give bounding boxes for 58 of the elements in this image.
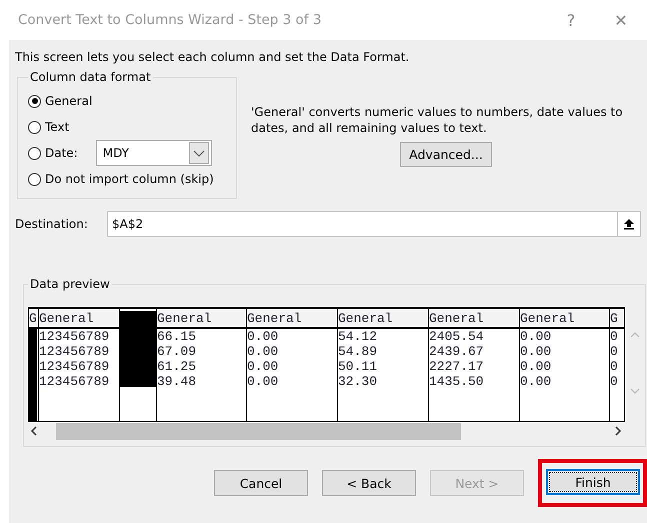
radio-option[interactable]: Text	[28, 120, 70, 134]
table-cell-text: 67.09	[157, 344, 198, 359]
wizard-button[interactable]: < Back	[322, 470, 416, 496]
table-cell-text: 2227.17	[429, 359, 485, 374]
radio-option[interactable]: Date:	[28, 146, 78, 160]
table-cell-text: 0	[610, 359, 619, 374]
table-cell-text: 66.15	[157, 329, 198, 344]
table-cell-text: 0.00	[520, 359, 552, 374]
radio-option[interactable]: Do not import column (skip)	[28, 172, 214, 186]
table-cell-text: 123456789	[39, 329, 110, 344]
table-cell-text: 54.12	[338, 329, 378, 344]
table-cell-text: 0.00	[247, 344, 280, 359]
column-header[interactable]: General	[247, 309, 337, 329]
collapse-dialog-button[interactable]	[617, 211, 641, 237]
date-format-dropdown[interactable]: MDY	[96, 140, 212, 166]
table-cell-text: 0.00	[520, 374, 552, 389]
group-title: Data preview	[29, 277, 111, 291]
horizontal-scrollbar[interactable]	[28, 422, 624, 440]
advanced-button[interactable]: Advanced...	[400, 142, 492, 168]
table-cell-text: 54.89	[338, 344, 378, 359]
radio-option[interactable]: General	[28, 94, 92, 108]
description-text: 'General' converts numeric values to numbers, date values to dates, and all remaining values to text.	[251, 105, 624, 136]
table-cell-text: 123456789	[39, 344, 110, 359]
table-cell-text: 0	[610, 374, 619, 389]
table-cell-text: 0.00	[520, 329, 552, 344]
table-cell-text: 61.25	[157, 359, 198, 374]
column-header[interactable]: General	[39, 309, 119, 329]
table-cell-text: 0.00	[247, 359, 280, 374]
table-cell-text: 50.11	[338, 359, 378, 374]
table-cell-text: 123456789	[39, 374, 110, 389]
table-cell-text: 0	[610, 344, 619, 359]
column-header[interactable]: General	[429, 309, 519, 329]
column-header[interactable]: General	[338, 309, 428, 329]
column-header[interactable]: G	[29, 309, 38, 329]
column-header[interactable]: G	[610, 309, 624, 329]
help-button[interactable]: ?	[553, 10, 589, 30]
destination-field[interactable]: $A$2	[107, 211, 617, 237]
column-header[interactable]: General	[520, 309, 609, 329]
instruction-text: This screen lets you select each column and set the Data Format.	[15, 50, 410, 64]
table-cell-text: 39.48	[157, 374, 198, 389]
wizard-button[interactable]: Finish	[546, 469, 640, 495]
table-cell-text: 2405.54	[429, 329, 485, 344]
table-cell-text: 32.30	[338, 374, 378, 389]
table-cell-text: 0.00	[247, 374, 280, 389]
group-title: Column data format	[29, 70, 152, 84]
table-cell-text: 0	[610, 329, 619, 344]
upload-arrow-icon	[623, 218, 635, 230]
wizard-button[interactable]: Cancel	[214, 470, 308, 496]
column-header[interactable]: General	[157, 309, 246, 329]
destination-label: Destination:	[15, 217, 89, 231]
window-title: Convert Text to Columns Wizard - Step 3 of 3	[18, 12, 322, 28]
data-preview-table[interactable]	[28, 307, 625, 422]
table-cell-text: 123456789	[39, 359, 110, 374]
table-cell-text: 0.00	[520, 344, 552, 359]
table-cell-text: 1435.50	[429, 374, 485, 389]
table-cell-text: 0.00	[247, 329, 280, 344]
table-cell-text: 2439.67	[429, 344, 485, 359]
close-button[interactable]: ✕	[603, 10, 639, 30]
